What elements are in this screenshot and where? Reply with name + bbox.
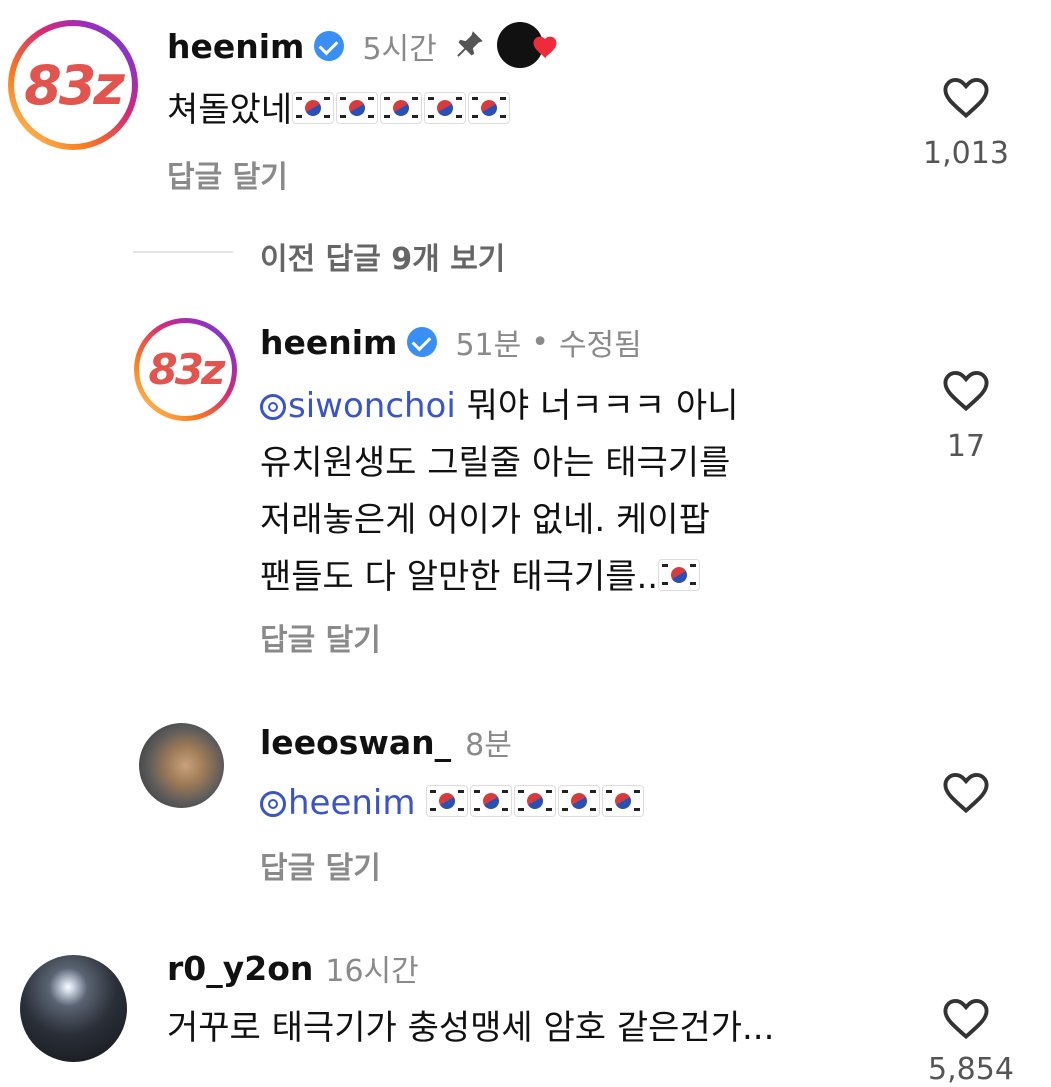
- timestamp: 5시간: [362, 32, 437, 67]
- like-count: 17: [946, 429, 986, 464]
- avatar[interactable]: 83z: [8, 20, 138, 150]
- korean-flag-icon: [558, 785, 601, 817]
- korean-flag-icon: [426, 785, 469, 817]
- heart-icon: [943, 999, 989, 1040]
- like-count: 5,854: [928, 1052, 1014, 1087]
- username[interactable]: r0_y2on: [167, 949, 313, 988]
- reply-line: siwonchoi 뭐야 너ㅋㅋㅋ 아니: [260, 378, 900, 435]
- comment-text: 쳐돌았네: [167, 82, 512, 139]
- reply-line: 팬들도 다 알만한 태극기를..: [260, 549, 900, 606]
- like-count: 1,013: [923, 136, 1009, 171]
- threads-mention-icon: [260, 394, 286, 420]
- comment-text-content: 쳐돌았네: [167, 90, 293, 130]
- replies-divider: [133, 251, 233, 253]
- username[interactable]: leeoswan_: [260, 723, 451, 762]
- korean-flag-icon: [658, 559, 701, 591]
- separator-dot: •: [531, 324, 549, 360]
- korean-flag-icon: [468, 92, 511, 124]
- timestamp: 51분: [455, 328, 522, 363]
- reply-line: 저래놓은게 어이가 없네. 케이팝: [260, 500, 710, 540]
- avatar[interactable]: [20, 955, 127, 1062]
- avatar-logo: 83z: [24, 53, 125, 117]
- edited-label: 수정됨: [558, 328, 642, 363]
- verified-badge-icon: [314, 31, 345, 61]
- threads-mention-icon: [260, 791, 286, 817]
- reply-header: heenim 51분 • 수정됨: [260, 318, 642, 366]
- korean-flag-icon: [514, 785, 557, 817]
- korean-flag-icons: [658, 557, 702, 597]
- korean-flag-icons: [292, 90, 512, 130]
- like-button[interactable]: [940, 767, 992, 819]
- like-button[interactable]: [940, 72, 992, 124]
- username[interactable]: heenim: [167, 27, 304, 66]
- mention-link[interactable]: siwonchoi: [260, 386, 456, 426]
- view-previous-replies-button[interactable]: 이전 답글 9개 보기: [260, 234, 505, 278]
- reply-header: leeoswan_ 8분: [260, 718, 512, 766]
- comment-header: r0_y2on 16시간: [167, 944, 419, 992]
- avatar[interactable]: 83z: [134, 318, 237, 421]
- mention-link[interactable]: heenim: [260, 783, 416, 823]
- comment-header: heenim 5시간: [167, 22, 567, 70]
- reply-button[interactable]: 답글 달기: [260, 615, 381, 659]
- reply-line: 유치원생도 그릴줄 아는 태극기를: [260, 443, 731, 483]
- korean-flag-icon: [292, 92, 335, 124]
- username[interactable]: heenim: [260, 323, 397, 362]
- korean-flag-icon: [470, 785, 513, 817]
- like-button[interactable]: [940, 365, 992, 417]
- reply-text: siwonchoi 뭐야 너ㅋㅋㅋ 아니 유치원생도 그릴줄 아는 태극기를 저…: [260, 378, 900, 606]
- verified-badge-icon: [407, 327, 438, 357]
- korean-flag-icon: [424, 92, 467, 124]
- korean-flag-icon: [336, 92, 379, 124]
- korean-flag-icon: [380, 92, 423, 124]
- reply-button[interactable]: 답글 달기: [167, 152, 288, 196]
- heart-icon: [943, 773, 989, 814]
- reply-text: heenim: [260, 775, 646, 832]
- creator-liked-icon: [496, 22, 567, 70]
- timestamp: 8분: [465, 728, 512, 763]
- heart-icon: [943, 371, 989, 412]
- korean-flag-icons: [426, 783, 646, 823]
- pin-icon: [453, 27, 487, 65]
- like-button[interactable]: [940, 993, 992, 1045]
- timestamp: 16시간: [325, 954, 419, 989]
- avatar[interactable]: [139, 723, 224, 808]
- avatar-logo: 83z: [148, 345, 226, 394]
- heart-icon: [943, 78, 989, 119]
- reply-button[interactable]: 답글 달기: [260, 843, 381, 887]
- comment-text: 거꾸로 태극기가 충성맹세 암호 같은건가...: [167, 1008, 775, 1048]
- reply-line-text: 뭐야 너ㅋㅋㅋ 아니: [466, 386, 739, 426]
- korean-flag-icon: [602, 785, 645, 817]
